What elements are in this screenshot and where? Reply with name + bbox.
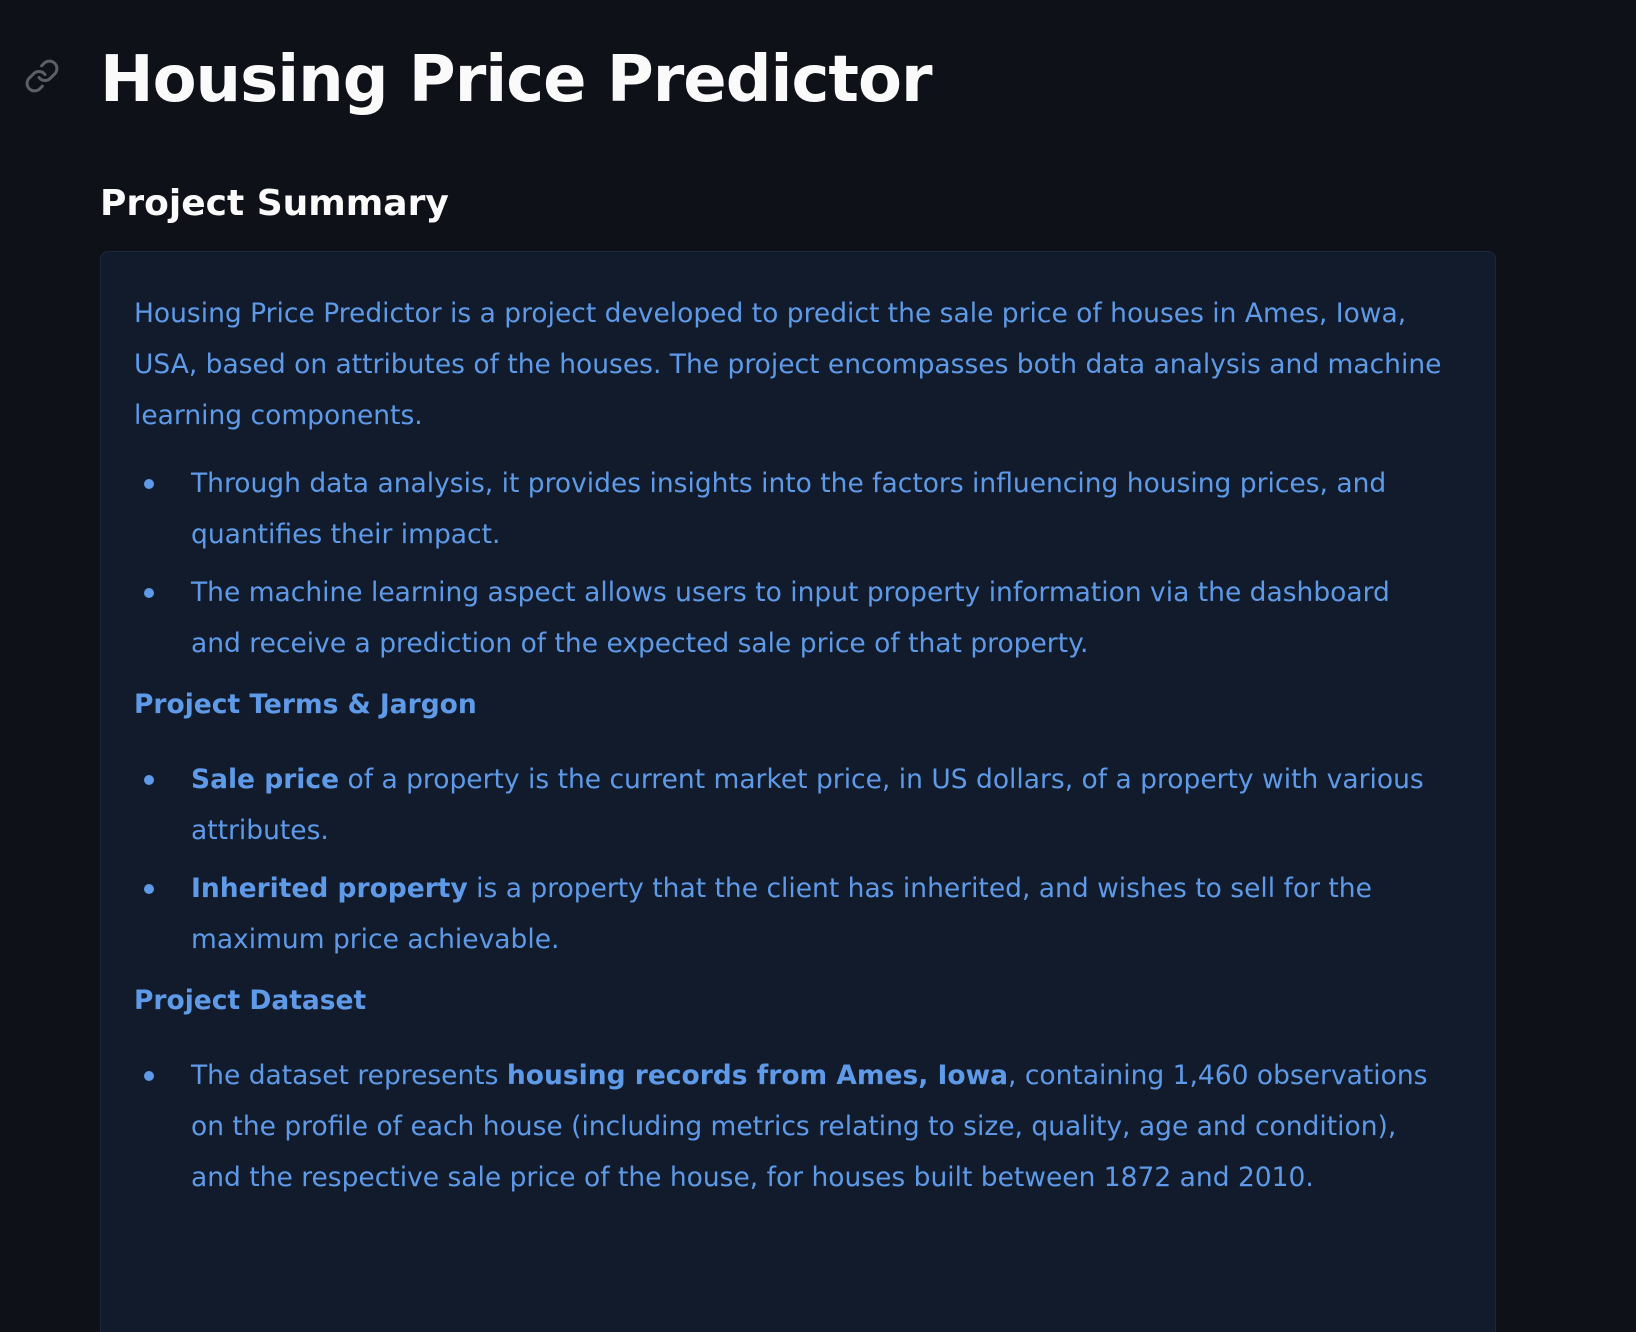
bullet-icon <box>144 588 154 598</box>
terms-list: Sale price of a property is the current … <box>134 754 1445 965</box>
term-label: Inherited property <box>191 873 468 904</box>
bullet-icon <box>144 884 154 894</box>
list-item: Inherited property is a property that th… <box>134 863 1445 965</box>
link-icon[interactable] <box>24 58 60 94</box>
list-item: The machine learning aspect allows users… <box>134 567 1445 669</box>
list-item: The dataset represents housing records f… <box>134 1050 1445 1203</box>
summary-intro: Housing Price Predictor is a project dev… <box>134 298 1442 431</box>
terms-heading: Project Terms & Jargon <box>134 689 477 720</box>
dataset-prefix: The dataset represents <box>191 1060 507 1091</box>
bullet-icon <box>144 479 154 489</box>
dataset-list: The dataset represents housing records f… <box>134 1050 1445 1203</box>
summary-list: Through data analysis, it provides insig… <box>134 458 1445 669</box>
bullet-icon <box>144 1071 154 1081</box>
dataset-heading: Project Dataset <box>134 985 367 1016</box>
section-title: Project Summary <box>100 183 449 224</box>
list-item-text: Through data analysis, it provides insig… <box>191 468 1387 550</box>
list-item: Sale price of a property is the current … <box>134 754 1445 856</box>
bullet-icon <box>144 775 154 785</box>
dataset-bold: housing records from Ames, Iowa <box>506 1060 1008 1091</box>
list-item-text: The machine learning aspect allows users… <box>191 577 1390 659</box>
page-title: Housing Price Predictor <box>100 43 932 117</box>
page: Housing Price Predictor Project Summary … <box>0 0 1636 1332</box>
term-label: Sale price <box>191 764 340 795</box>
project-summary-box: Housing Price Predictor is a project dev… <box>100 251 1496 1332</box>
list-item: Through data analysis, it provides insig… <box>134 458 1445 560</box>
term-definition: of a property is the current market pric… <box>191 764 1424 846</box>
